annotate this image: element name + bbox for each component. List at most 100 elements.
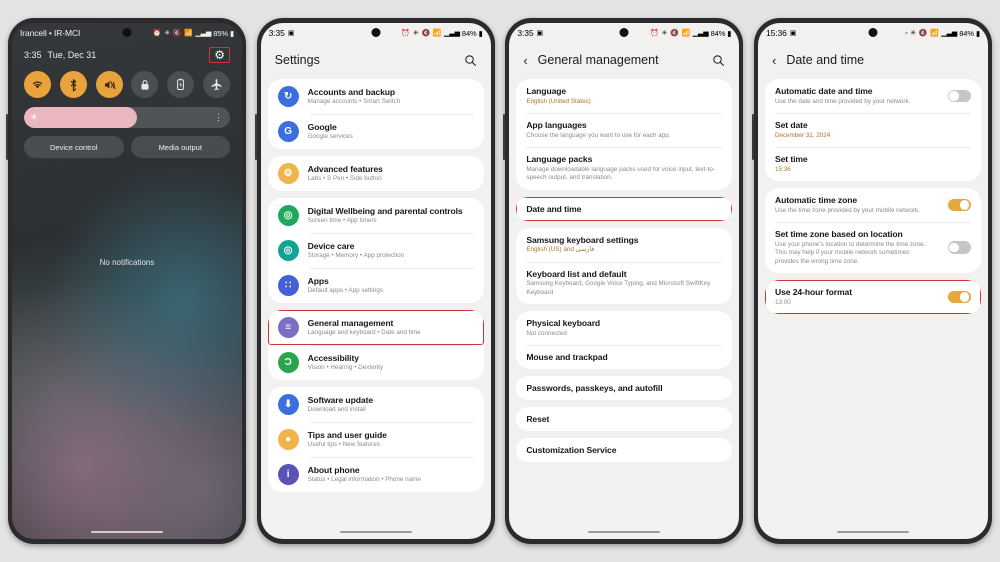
settings-row[interactable]: Reset bbox=[516, 407, 732, 431]
settings-row-text: Passwords, passkeys, and autofill bbox=[526, 383, 722, 393]
settings-row[interactable]: Automatic date and time Use the date and … bbox=[765, 79, 981, 113]
back-chevron-icon[interactable]: ‹ bbox=[523, 54, 527, 67]
clock-label: 3:35 bbox=[517, 28, 534, 38]
settings-row-subtitle: Choose the language you want to use for … bbox=[526, 131, 671, 139]
media-output-button[interactable]: Media output bbox=[130, 136, 230, 158]
gesture-bar[interactable] bbox=[261, 525, 491, 539]
settings-card: Samsung keyboard settings English (US) an… bbox=[516, 227, 733, 305]
phone-1-screen: Irancell • IR-MCI ⏰ ✳ 🔇 📶 ▁▃▅ 85% ▮ 3:35… bbox=[12, 23, 242, 539]
settings-row-title: Accounts and backup bbox=[307, 86, 396, 97]
toggle-switch[interactable] bbox=[947, 241, 971, 254]
settings-card: Automatic time zone Use the time zone pro… bbox=[764, 188, 981, 273]
settings-row[interactable]: App languages Choose the language you wan… bbox=[516, 113, 732, 147]
settings-row[interactable]: ∷ Apps Default apps • App settings bbox=[268, 268, 484, 303]
wellbeing-icon: ◎ bbox=[277, 205, 299, 226]
general-management-list[interactable]: Language English (United States) App langu… bbox=[509, 79, 739, 525]
search-icon[interactable] bbox=[464, 54, 477, 67]
back-chevron-icon[interactable]: ‹ bbox=[772, 54, 776, 67]
settings-row-subtitle: Storage • Memory • App protection bbox=[307, 252, 405, 259]
settings-row[interactable]: Ɔ Accessibility Vision • Hearing • Dexteri… bbox=[268, 345, 484, 380]
battery-icon: ▮ bbox=[727, 28, 732, 38]
date-label: Tue, Dec 31 bbox=[47, 50, 97, 60]
camera-punch-hole bbox=[619, 28, 629, 37]
settings-row[interactable]: Set date December 31, 2024 bbox=[765, 113, 981, 147]
tile-bluetooth[interactable] bbox=[59, 71, 87, 98]
settings-card: Automatic date and time Use the date and … bbox=[764, 79, 981, 181]
settings-row[interactable]: Automatic time zone Use the time zone pro… bbox=[765, 188, 981, 222]
settings-row[interactable]: Date and time bbox=[516, 196, 733, 221]
settings-row[interactable]: Language English (United States) bbox=[516, 79, 732, 113]
settings-row[interactable]: Set time 15:36 bbox=[765, 147, 981, 181]
tile-sound-mute[interactable] bbox=[95, 71, 123, 98]
settings-row[interactable]: Mouse and trackpad bbox=[516, 345, 732, 369]
phone-3-general-management: 3:35 ▣ ⏰ ✳ 🔇 📶 ▁▃▅ 84% ▮ ‹ General manag… bbox=[503, 18, 744, 544]
settings-list[interactable]: ↻ Accounts and backup Manage accounts • Sm… bbox=[261, 79, 491, 525]
settings-row[interactable]: ⬇ Software update Download and install bbox=[268, 387, 484, 422]
settings-row-text: Language English (United States) bbox=[526, 86, 722, 106]
toggle-switch[interactable] bbox=[947, 198, 971, 212]
toggle-switch[interactable] bbox=[947, 89, 971, 103]
settings-row-text: Automatic date and time Use the date and … bbox=[775, 86, 933, 106]
settings-row[interactable]: ◎ Digital Wellbeing and parental controls… bbox=[268, 198, 484, 233]
settings-row-text: Physical keyboard Not connected bbox=[526, 318, 722, 338]
settings-row-title: Mouse and trackpad bbox=[526, 352, 608, 362]
settings-row-title: Date and time bbox=[526, 203, 582, 214]
tile-wifi[interactable] bbox=[24, 71, 51, 98]
settings-card: Passwords, passkeys, and autofill bbox=[516, 376, 733, 400]
settings-gear-button[interactable]: ⚙ bbox=[209, 47, 230, 63]
settings-row-title: About phone bbox=[307, 464, 360, 475]
settings-row-text: Keyboard list and default Samsung Keyboar… bbox=[526, 269, 722, 298]
settings-card: Date and time bbox=[516, 196, 733, 221]
brightness-slider[interactable]: ☀ ⋮ bbox=[24, 107, 230, 128]
settings-row[interactable]: ◎ Device care Storage • Memory • App prote… bbox=[268, 233, 484, 268]
settings-row[interactable]: G Google Google services bbox=[268, 114, 484, 149]
screenshot-stage: Irancell • IR-MCI ⏰ ✳ 🔇 📶 ▁▃▅ 85% ▮ 3:35… bbox=[0, 0, 1000, 562]
gesture-bar[interactable] bbox=[12, 525, 242, 539]
settings-row-subtitle: Google services bbox=[307, 133, 353, 140]
settings-card: Physical keyboard Not connected Mouse and … bbox=[516, 311, 733, 369]
settings-row[interactable]: ≡ General management Language and keyboard… bbox=[267, 310, 484, 345]
settings-row[interactable]: Samsung keyboard settings English (US) an… bbox=[516, 228, 732, 262]
settings-card: ⚙ Advanced features Labs • S Pen • Side bu… bbox=[267, 156, 484, 191]
tile-airplane-mode[interactable] bbox=[202, 71, 230, 98]
settings-row-subtitle: Manage accounts • Smart Switch bbox=[307, 98, 401, 105]
tile-power-saving[interactable] bbox=[167, 71, 195, 98]
settings-row-text: Set time 15:36 bbox=[775, 154, 971, 174]
settings-row[interactable]: ↻ Accounts and backup Manage accounts • Sm… bbox=[268, 79, 484, 114]
settings-row-title: Set time bbox=[774, 154, 808, 164]
settings-row-text: Customization Service bbox=[526, 445, 722, 455]
settings-row-subtitle: Screen time • App timers bbox=[307, 217, 377, 224]
settings-row[interactable]: Language packs Manage downloadable langua… bbox=[516, 147, 732, 190]
date-and-time-header: ‹ Date and time bbox=[758, 43, 988, 79]
settings-row-subtitle: 13:00 bbox=[774, 298, 791, 306]
settings-row-subtitle: Useful tips • New features bbox=[307, 441, 380, 448]
settings-row[interactable]: Physical keyboard Not connected bbox=[516, 311, 732, 345]
camera-punch-hole bbox=[122, 28, 132, 37]
gesture-bar[interactable] bbox=[758, 525, 988, 539]
settings-row[interactable]: ● Tips and user guide Useful tips • New fe… bbox=[268, 422, 484, 457]
brightness-more-icon[interactable]: ⋮ bbox=[214, 112, 223, 123]
status-icons: ⏰ ✳ 🔇 📶 bbox=[401, 30, 443, 37]
settings-row-title: Apps bbox=[307, 275, 329, 286]
settings-row-title: App languages bbox=[526, 120, 587, 130]
toggle-switch[interactable] bbox=[947, 290, 971, 304]
settings-row[interactable]: Set time zone based on location Use your … bbox=[765, 222, 981, 273]
settings-row[interactable]: Passwords, passkeys, and autofill bbox=[516, 376, 732, 400]
settings-row[interactable]: Use 24-hour format 13:00 bbox=[764, 280, 981, 314]
tile-screen-lock[interactable] bbox=[131, 71, 159, 98]
device-control-button[interactable]: Device control bbox=[24, 136, 124, 158]
battery-icon: ▮ bbox=[229, 28, 234, 38]
settings-row[interactable]: Customization Service bbox=[516, 438, 732, 462]
settings-row[interactable]: Keyboard list and default Samsung Keyboar… bbox=[516, 261, 732, 305]
date-and-time-list[interactable]: Automatic date and time Use the date and … bbox=[758, 79, 988, 525]
settings-row-text: Tips and user guide Useful tips • New fea… bbox=[308, 430, 474, 450]
settings-row-title: Automatic time zone bbox=[774, 195, 858, 205]
settings-row-title: Language bbox=[526, 86, 567, 96]
wifi-icon bbox=[32, 81, 43, 89]
search-icon[interactable] bbox=[712, 54, 725, 67]
settings-row[interactable]: ⚙ Advanced features Labs • S Pen • Side bu… bbox=[268, 156, 484, 191]
bluetooth-icon bbox=[70, 78, 77, 92]
settings-row[interactable]: i About phone Status • Legal information •… bbox=[268, 457, 484, 492]
gesture-bar[interactable] bbox=[509, 525, 739, 539]
quick-settings-buttons: Device control Media output bbox=[24, 136, 230, 158]
